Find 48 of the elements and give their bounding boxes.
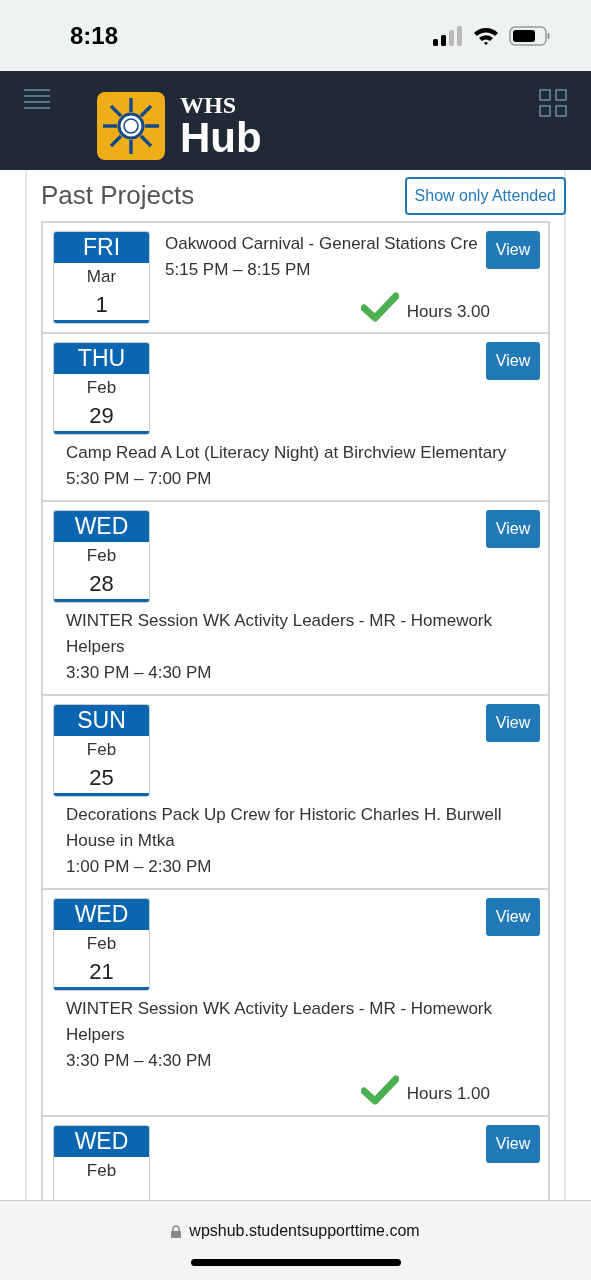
project-title: Decorations Pack Up Crew for Historic Charles H. Burwell House in Mtka [66,804,503,852]
grid-icon[interactable] [539,89,567,117]
logo-icon [97,92,165,160]
filter-button[interactable]: Show only Attended [404,176,566,215]
project-title: Camp Read A Lot (Literacy Night) at Birchview Elementary [66,442,508,464]
section-title: Past Projects [41,179,195,212]
project-title: WINTER Session WK Activity Leaders - MR - Homework Helpers [66,610,494,658]
view-button[interactable]: View [486,510,540,548]
month: Feb [86,545,117,567]
project-time: 1:00 PM – 2:30 PM [66,856,213,878]
project-title: WINTER Session WK Activity Leaders - MR - Homework Helpers [66,998,494,1046]
month: Feb [86,739,117,761]
hours-label: Hours 3.00 [406,300,490,323]
day-number: 29 [89,402,114,430]
lock-icon [171,1224,182,1238]
day-number: 25 [89,764,114,792]
month: Mar [86,266,117,288]
logo-subtitle: WHS [180,93,237,117]
hours-label: Hours 1.00 [406,1083,490,1105]
view-button[interactable]: View [486,342,540,380]
month: Feb [86,933,117,955]
weekday: SUN [54,705,149,736]
signal-icon [433,25,463,46]
view-button[interactable]: View [486,1124,540,1163]
battery-icon [509,25,551,46]
clock: 8:18 [70,20,119,51]
weekday: WED [54,511,149,542]
month: Feb [86,377,117,399]
view-button[interactable]: View [486,704,540,742]
month: Feb [86,1159,117,1182]
view-button[interactable]: View [486,231,540,269]
view-button[interactable]: View [486,898,540,936]
weekday: FRI [54,232,149,263]
day-number: 28 [89,570,114,598]
menu-icon[interactable] [24,89,50,109]
day-number: 21 [89,958,114,986]
wifi-icon [473,25,499,46]
url-text: wpshub.studentsupporttime.com [189,1221,420,1241]
logo-title: Hub [180,117,262,159]
project-time: 5:15 PM – 8:15 PM [165,259,312,281]
weekday: THU [54,343,149,374]
day-number: 1 [95,291,108,319]
project-title: Oakwood Carnival - General Stations Cre [165,233,479,255]
project-time: 3:30 PM – 4:30 PM [66,662,213,684]
project-time: 5:30 PM – 7:00 PM [66,468,213,490]
project-time: 3:30 PM – 4:30 PM [66,1050,213,1072]
weekday: WED [54,1125,149,1157]
weekday: WED [54,899,149,930]
